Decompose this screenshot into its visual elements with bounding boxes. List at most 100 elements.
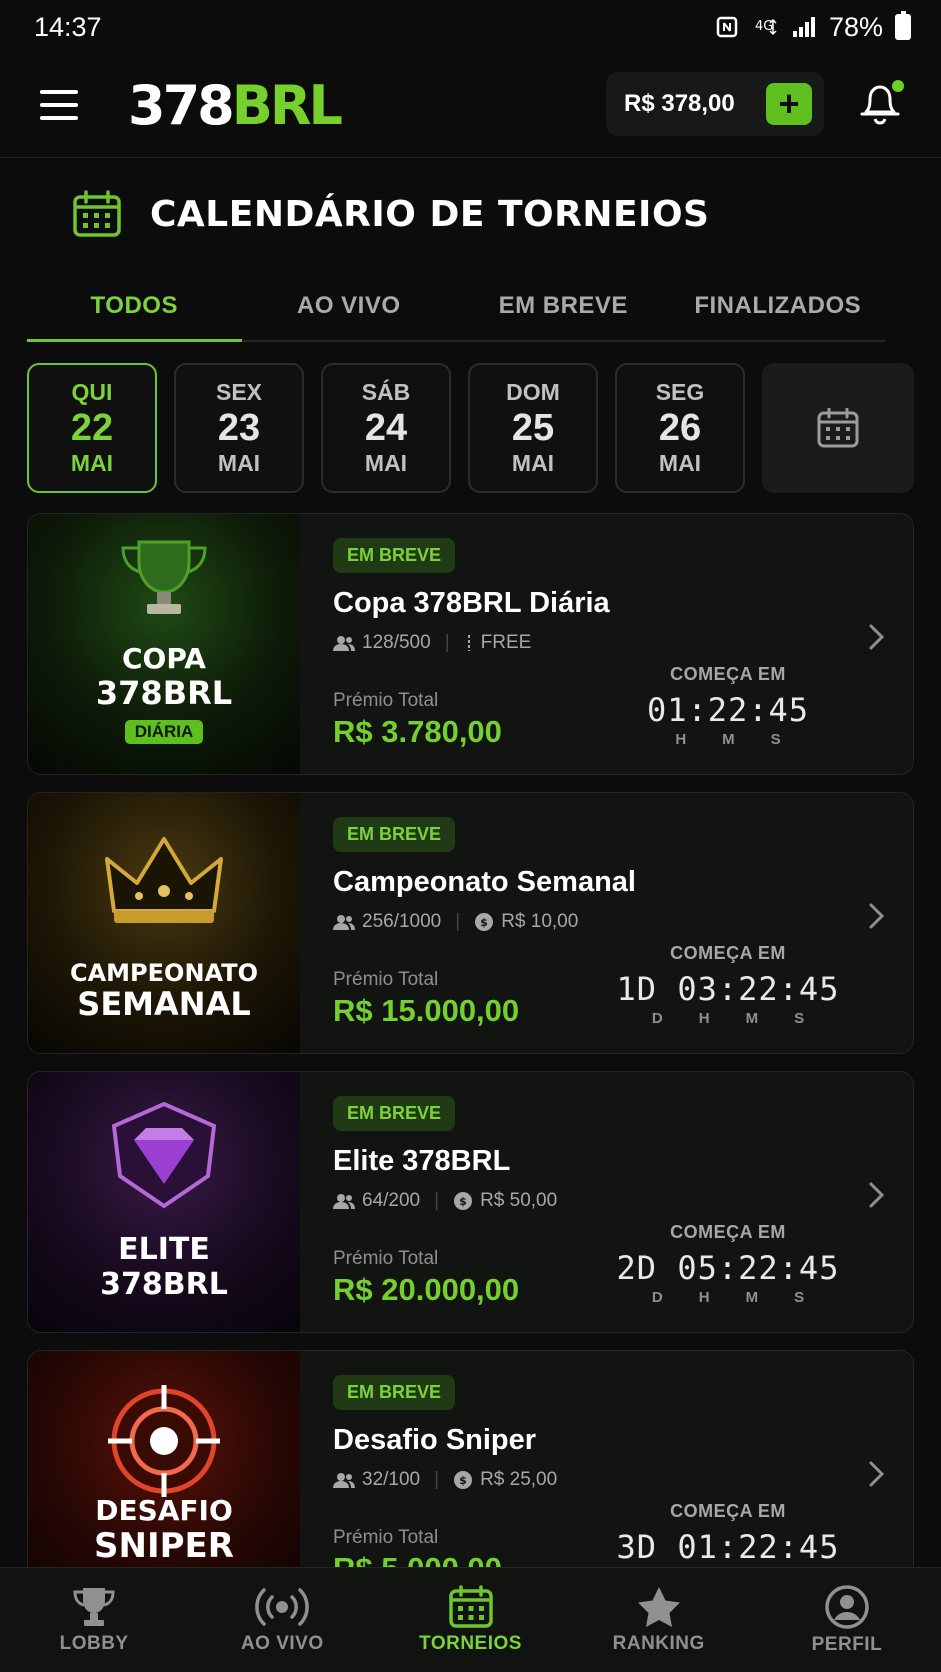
status-bar: 14:37 4G 78%	[0, 0, 941, 54]
prize-amount: R$ 20.000,00	[333, 1272, 520, 1307]
section-header: CALENDÁRIO DE TORNEIOS	[72, 190, 709, 238]
date-selector: QUI 22 MAI SEX 23 MAI SÁB 24 MAI DOM 25 …	[27, 363, 914, 493]
tournament-card[interactable]: CAMPEONATO SEMANAL EM BREVE Campeonato S…	[27, 792, 914, 1054]
tab-em-breve[interactable]: EM BREVE	[456, 272, 671, 340]
notification-dot	[892, 80, 904, 92]
status-badge: EM BREVE	[333, 538, 456, 573]
ticket-icon	[467, 635, 470, 651]
date-chip[interactable]: QUI 22 MAI	[27, 363, 157, 493]
tournament-card[interactable]: COPA 378BRL DIÁRIA EM BREVE Copa 378BRL …	[27, 513, 914, 775]
countdown-label: COMEÇA EM	[670, 1222, 786, 1242]
logo-number: 378	[128, 74, 235, 137]
art-subtitle: SEMANAL	[77, 985, 251, 1024]
entry-fee: R$ 25,00	[480, 1469, 558, 1490]
notifications-button[interactable]	[858, 78, 906, 128]
countdown-label: COMEÇA EM	[670, 943, 786, 963]
brand-logo[interactable]: 378BRL	[128, 74, 343, 137]
status-badge: EM BREVE	[333, 1096, 456, 1131]
diamond-icon	[111, 1101, 217, 1209]
date-weekday: DOM	[506, 379, 560, 406]
filter-tabs: TODOS AO VIVO EM BREVE FINALIZADOS	[27, 272, 885, 342]
logo-brl: BRL	[231, 74, 343, 137]
tournament-info: EM BREVE Elite 378BRL 64/200 | $ R$ 50,0…	[300, 1072, 913, 1332]
tournament-name: Copa 378BRL Diária	[333, 587, 610, 619]
countdown: COMEÇA EM 01:22:45 H M S	[618, 664, 838, 748]
status-badge: EM BREVE	[333, 1375, 456, 1410]
date-weekday: SÁB	[361, 379, 411, 406]
tournament-card[interactable]: ELITE 378BRL EM BREVE Elite 378BRL 64/20…	[27, 1071, 914, 1333]
unit-label: D	[651, 1010, 663, 1027]
countdown-label: COMEÇA EM	[670, 664, 786, 684]
date-day: 26	[658, 407, 702, 450]
nav-perfil[interactable]: PERFIL	[753, 1568, 941, 1672]
player-count: 256/1000	[362, 911, 442, 932]
unit-label: H	[698, 1010, 710, 1027]
status-badge: EM BREVE	[333, 817, 456, 852]
page-title: CALENDÁRIO DE TORNEIOS	[150, 193, 710, 235]
art-title: DESAFIO	[95, 1494, 233, 1527]
tab-ao-vivo[interactable]: AO VIVO	[242, 272, 457, 340]
bottom-navigation: LOBBY AO VIVO TORNEIOS RANKING PERFIL	[0, 1567, 941, 1672]
tournament-name: Desafio Sniper	[333, 1424, 537, 1456]
nav-label: AO VIVO	[240, 1633, 324, 1654]
art-subtitle: 378BRL	[100, 1266, 228, 1302]
menu-line	[40, 90, 78, 94]
prize-label: Prémio Total	[333, 1248, 439, 1269]
countdown-units: D H M S	[608, 1010, 848, 1027]
countdown-time: 3D 01:22:45	[616, 1528, 840, 1566]
tab-todos[interactable]: TODOS	[27, 272, 242, 342]
prize-label: Prémio Total	[333, 969, 439, 990]
users-icon	[333, 1473, 355, 1488]
menu-line	[40, 103, 78, 107]
nav-label: RANKING	[612, 1633, 705, 1654]
player-count: 64/200	[362, 1190, 421, 1211]
nfc-icon	[716, 16, 738, 38]
wallet-balance[interactable]: R$ 378,00 +	[606, 72, 824, 136]
menu-button[interactable]	[40, 90, 78, 120]
profile-icon	[825, 1585, 869, 1629]
target-icon	[108, 1385, 220, 1497]
nav-label: LOBBY	[59, 1633, 129, 1654]
unit-label: S	[770, 731, 781, 748]
date-chip[interactable]: SEX 23 MAI	[174, 363, 304, 493]
date-chip[interactable]: DOM 25 MAI	[468, 363, 598, 493]
date-chip[interactable]: SÁB 24 MAI	[321, 363, 451, 493]
prize-label: Prémio Total	[333, 1527, 439, 1548]
data-4g-icon: 4G	[755, 18, 777, 36]
entry-fee: R$ 10,00	[501, 911, 579, 932]
art-title: COPA	[122, 642, 206, 676]
nav-lobby[interactable]: LOBBY	[0, 1568, 188, 1672]
nav-ranking[interactable]: RANKING	[565, 1568, 753, 1672]
entry-fee: FREE	[480, 632, 532, 653]
add-funds-button[interactable]: +	[766, 83, 812, 125]
date-month: MAI	[511, 449, 555, 476]
nav-ao-vivo[interactable]: AO VIVO	[188, 1568, 376, 1672]
date-month: MAI	[217, 449, 261, 476]
tournament-meta: 32/100 | $ R$ 25,00	[333, 1469, 913, 1491]
chevron-right-icon	[869, 624, 885, 650]
app-header: 378BRL R$ 378,00 +	[0, 54, 941, 158]
menu-line	[40, 116, 78, 120]
signal-icon	[792, 17, 815, 37]
tournament-art: ELITE 378BRL	[28, 1072, 300, 1332]
tournament-info: EM BREVE Campeonato Semanal 256/1000 | $…	[300, 793, 913, 1053]
battery-icon	[895, 11, 911, 40]
meta-divider: |	[455, 911, 461, 932]
open-calendar-button[interactable]	[762, 363, 914, 493]
date-day: 24	[364, 407, 408, 450]
status-time: 14:37	[34, 11, 102, 42]
unit-label: M	[745, 1010, 759, 1027]
date-weekday: SEG	[655, 379, 705, 406]
date-day: 25	[511, 407, 555, 450]
unit-label: M	[722, 731, 735, 748]
prize-label: Prémio Total	[333, 690, 439, 711]
users-icon	[333, 1194, 355, 1209]
star-icon	[637, 1587, 680, 1627]
countdown-time: 01:22:45	[646, 691, 810, 729]
countdown-label: COMEÇA EM	[670, 1501, 786, 1521]
date-chip[interactable]: SEG 26 MAI	[615, 363, 745, 493]
nav-torneios[interactable]: TORNEIOS	[376, 1568, 564, 1672]
unit-label: D	[651, 1289, 663, 1306]
status-icons: 4G 78%	[715, 11, 911, 43]
tab-finalizados[interactable]: FINALIZADOS	[671, 272, 886, 340]
